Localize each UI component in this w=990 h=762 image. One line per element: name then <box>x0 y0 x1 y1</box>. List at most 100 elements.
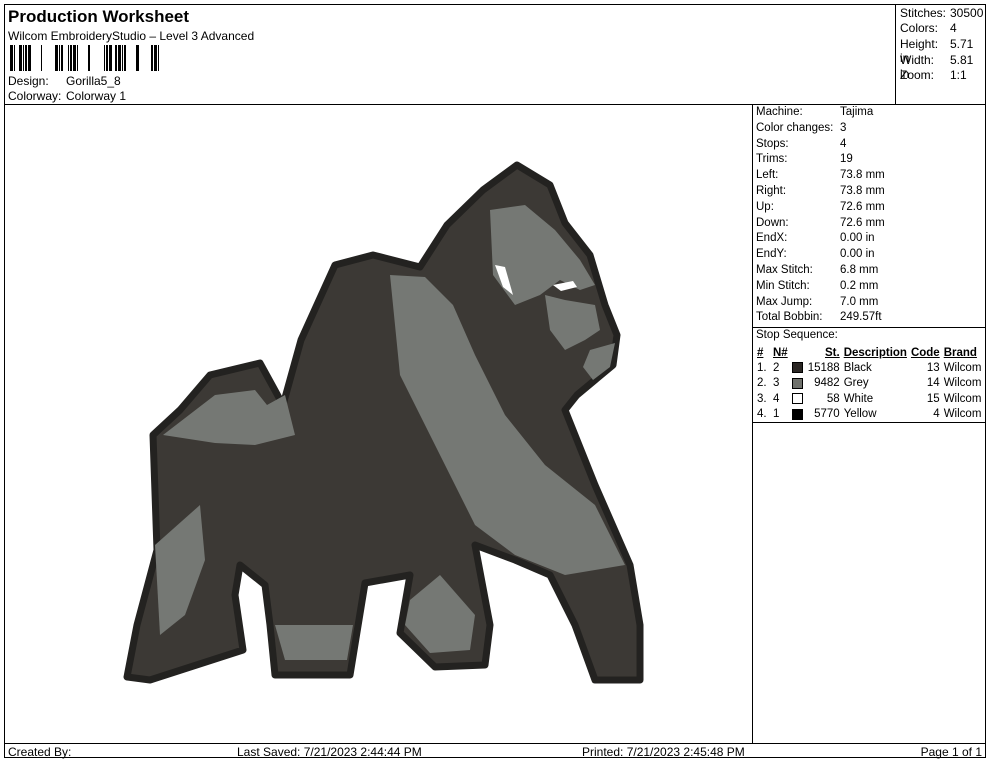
info-label: Stops: <box>756 137 789 150</box>
col-brand: Brand <box>943 346 977 359</box>
printed-date: Printed: 7/21/2023 2:45:48 PM <box>582 745 745 759</box>
created-by: Created By: <box>8 745 72 759</box>
machine-info-row: Max Jump: 7.0 mm <box>756 296 878 308</box>
design-preview <box>5 105 753 743</box>
col-st: St. <box>824 346 840 359</box>
info-value: 73.8 mm <box>840 185 885 197</box>
stat-stitches: Stitches: 30500 <box>900 6 984 20</box>
info-value: 19 <box>840 153 853 166</box>
info-label: Left: <box>756 169 779 182</box>
info-value: 0.2 mm <box>840 279 879 292</box>
cell-swatch <box>790 376 806 392</box>
machine-info-row: Min Stitch: 0.2 mm <box>756 280 878 292</box>
machine-info-row: Color changes: 3 <box>756 122 846 134</box>
colorway-value: Colorway 1 <box>66 89 127 103</box>
col-n: N# <box>773 346 788 359</box>
software-name: Wilcom EmbroideryStudio – Level 3 Advanc… <box>8 29 255 43</box>
machine-info-row: EndX: 0.00 in <box>756 232 875 244</box>
cell-st: 58 <box>826 392 840 405</box>
color-swatch <box>792 408 804 420</box>
machine-info-row: Down: 72.6 mm <box>756 217 885 229</box>
cell-st: 5770 <box>814 408 840 421</box>
worksheet-title: Production Worksheet <box>8 7 190 26</box>
info-value: 7.0 mm <box>840 295 879 308</box>
cell-n: 1 <box>773 408 780 421</box>
cell-n: 2 <box>773 361 780 374</box>
info-label: Max Stitch: <box>756 264 813 276</box>
cell-desc: White <box>843 392 874 405</box>
barcode-icon <box>10 45 159 71</box>
cell-brand: Wilcom <box>943 392 982 405</box>
info-label: Machine: <box>756 106 803 118</box>
info-label: EndY: <box>756 248 787 261</box>
cell-n: 4 <box>773 392 780 405</box>
info-value: 72.6 mm <box>840 216 885 229</box>
stop-sequence-title: Stop Sequence: <box>756 329 838 341</box>
info-label: Max Jump: <box>756 295 813 308</box>
info-value: Tajima <box>840 106 874 118</box>
col-code: Code <box>910 346 940 359</box>
colorway-row: Colorway: Colorway 1 <box>8 89 126 103</box>
cell-swatch <box>790 360 806 376</box>
color-swatch <box>792 393 804 405</box>
cell-num: 2. <box>757 377 767 390</box>
machine-info-row: Total Bobbin: 249.57ft <box>756 311 882 323</box>
info-value: 6.8 mm <box>840 264 879 276</box>
info-label: EndX: <box>756 232 788 245</box>
machine-info-row: Trims: 19 <box>756 153 853 165</box>
design-value: Gorilla5_8 <box>66 74 121 88</box>
stat-zoom: Zoom: 1:1 <box>900 68 967 82</box>
info-label: Total Bobbin: <box>756 311 823 324</box>
stats-box: Stitches: 30500 Colors: 4 Height: 5.71 in W… <box>895 5 985 105</box>
col-description: Description <box>843 346 907 359</box>
page-number: Page 1 of 1 <box>920 745 982 759</box>
worksheet-frame: Production Worksheet Wilcom EmbroiderySt… <box>4 4 986 759</box>
last-saved: Last Saved: 7/21/2023 2:44:44 PM <box>237 745 422 759</box>
cell-n: 3 <box>773 377 780 390</box>
cell-num: 3. <box>757 392 767 405</box>
machine-info-row: Machine: Tajima <box>756 106 873 118</box>
table-row: 3. 4 58 White 15 Wilcom <box>755 391 983 407</box>
cell-brand: Wilcom <box>943 408 982 421</box>
stop-sequence-table: # N# St. Description Code Brand 1. 2 15188… <box>755 345 983 422</box>
info-label: Up: <box>756 200 774 213</box>
info-label: Color changes: <box>756 121 834 134</box>
col-num: # <box>757 346 764 359</box>
color-swatch <box>792 377 804 389</box>
color-swatch <box>792 362 804 374</box>
info-value: 73.8 mm <box>840 169 885 182</box>
machine-info-row: EndY: 0.00 in <box>756 248 875 260</box>
info-value: 3 <box>840 121 847 134</box>
info-value: 0.00 in <box>840 232 875 245</box>
table-row: 4. 1 5770 Yellow 4 Wilcom <box>755 407 983 423</box>
cell-brand: Wilcom <box>943 361 982 374</box>
info-value: 4 <box>840 137 847 150</box>
machine-info-row: Max Stitch: 6.8 mm <box>756 264 878 276</box>
table-row: 2. 3 9482 Grey 14 Wilcom <box>755 376 983 392</box>
stat-colors: Colors: 4 <box>900 21 957 35</box>
machine-info-row: Up: 72.6 mm <box>756 201 885 213</box>
info-label: Right: <box>756 185 787 197</box>
cell-desc: Yellow <box>843 408 877 421</box>
cell-code: 13 <box>926 361 940 374</box>
cell-st: 9482 <box>814 377 840 390</box>
info-value: 72.6 mm <box>840 200 885 213</box>
cell-code: 15 <box>926 392 940 405</box>
worksheet-footer: Created By: Last Saved: 7/21/2023 2:44:4… <box>5 743 985 759</box>
cell-desc: Grey <box>843 377 869 390</box>
cell-num: 1. <box>757 361 767 374</box>
info-label: Down: <box>756 216 789 229</box>
design-row: Design: Gorilla5_8 <box>8 74 121 88</box>
cell-num: 4. <box>757 408 767 421</box>
info-label: Min Stitch: <box>756 279 810 292</box>
cell-brand: Wilcom <box>943 377 982 390</box>
gorilla-design <box>123 161 644 684</box>
machine-info-row: Left: 73.8 mm <box>756 169 885 181</box>
worksheet-header: Production Worksheet Wilcom EmbroiderySt… <box>5 5 895 105</box>
info-value: 249.57ft <box>840 311 882 324</box>
cell-code: 14 <box>926 377 940 390</box>
colorway-label: Colorway: <box>8 89 62 103</box>
cell-desc: Black <box>843 361 872 374</box>
machine-info-row: Stops: 4 <box>756 138 846 150</box>
cell-code: 4 <box>933 408 940 421</box>
